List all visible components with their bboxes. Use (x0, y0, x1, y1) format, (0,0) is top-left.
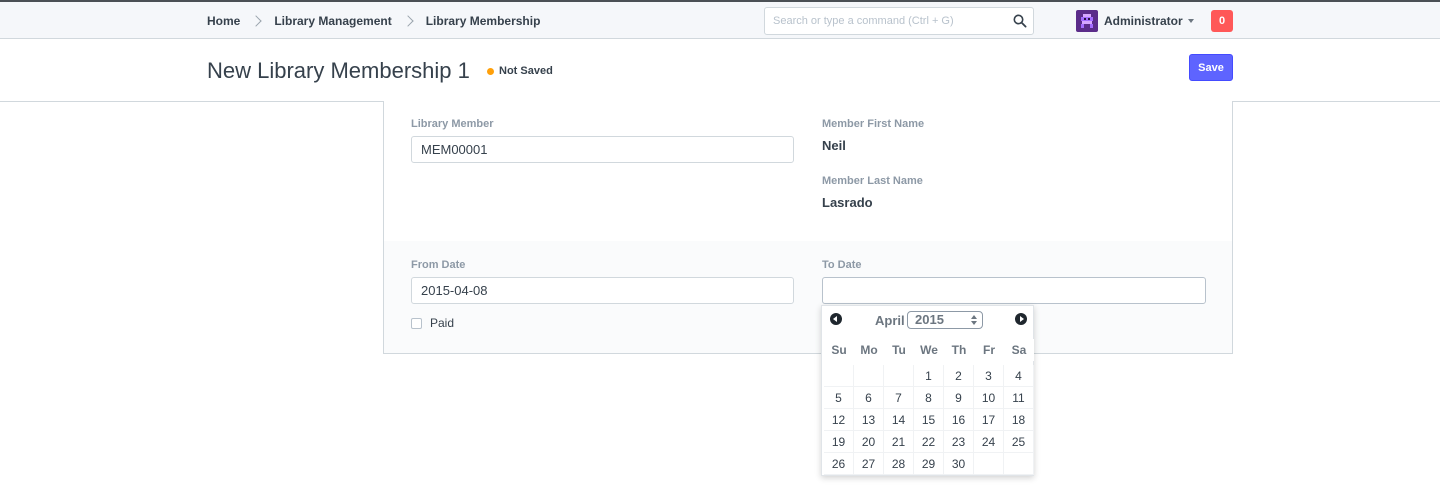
to-date-input[interactable] (822, 277, 1206, 304)
paid-checkbox[interactable] (411, 317, 422, 329)
weekday-label: We (920, 343, 938, 357)
weekday-label: Th (951, 343, 967, 357)
day-cell[interactable] (1004, 453, 1034, 475)
status-indicator: Not Saved (487, 65, 553, 77)
week-row: 26 27 28 29 30 (824, 453, 1034, 475)
member-first-name-value: Neil (822, 138, 846, 153)
day-cell[interactable]: 5 (824, 387, 854, 409)
week-row: 5 6 7 8 9 10 11 (824, 387, 1034, 409)
datepicker-month: April (875, 313, 905, 328)
day-cell[interactable]: 9 (944, 387, 974, 409)
weekday-label: Sa (1011, 343, 1027, 357)
day-cell[interactable]: 30 (944, 453, 974, 475)
weekday-label: Su (831, 343, 847, 357)
day-cell[interactable]: 13 (854, 409, 884, 431)
member-last-name-label: Member Last Name (822, 175, 923, 187)
day-cell[interactable]: 26 (824, 453, 854, 475)
datepicker: April 2015 Su Mo Tu We Th Fr Sa 1 2 3 4 … (821, 305, 1034, 476)
weekday-label: Fr (983, 343, 995, 357)
page-title: New Library Membership 1 (207, 58, 470, 83)
member-first-name-label: Member First Name (822, 118, 925, 130)
breadcrumb-library-management[interactable]: Library Management (274, 14, 391, 28)
breadcrumb: Home Library Management Library Membersh… (207, 2, 540, 39)
caret-down-icon (1187, 19, 1194, 23)
weekday-label: Tu (892, 343, 906, 357)
datepicker-header: April 2015 (822, 306, 1033, 334)
day-cell[interactable]: 20 (854, 431, 884, 453)
form-card: Library Member Member First Name Neil Me… (383, 101, 1233, 354)
day-cell[interactable]: 21 (884, 431, 914, 453)
week-row: 1 2 3 4 (824, 365, 1034, 387)
weekday-row: Su Mo Tu We Th Fr Sa (824, 339, 1034, 361)
day-cell[interactable] (884, 365, 914, 387)
breadcrumb-home[interactable]: Home (207, 14, 240, 28)
weekday-label: Mo (860, 343, 878, 357)
chevron-right-icon (402, 14, 414, 27)
day-cell[interactable]: 28 (884, 453, 914, 475)
day-cell[interactable] (824, 365, 854, 387)
navbar: Home Library Management Library Membersh… (0, 0, 1440, 39)
updown-arrows-icon (971, 315, 977, 325)
to-date-label: To Date (822, 259, 862, 271)
chevron-right-icon (250, 14, 263, 27)
next-month-icon[interactable] (1015, 313, 1027, 325)
from-date-label: From Date (411, 259, 466, 271)
day-cell[interactable]: 1 (914, 365, 944, 387)
day-cell[interactable]: 8 (914, 387, 944, 409)
day-cell[interactable]: 4 (1004, 365, 1034, 387)
day-cell[interactable]: 10 (974, 387, 1004, 409)
day-cell[interactable]: 2 (944, 365, 974, 387)
day-cell[interactable]: 16 (944, 409, 974, 431)
day-cell[interactable]: 23 (944, 431, 974, 453)
day-cell[interactable]: 3 (974, 365, 1004, 387)
day-cell[interactable]: 14 (884, 409, 914, 431)
day-cell[interactable]: 12 (824, 409, 854, 431)
paid-label: Paid (430, 316, 455, 330)
week-row: 19 20 21 22 23 24 25 (824, 431, 1034, 453)
day-cell[interactable]: 17 (974, 409, 1004, 431)
day-cell[interactable]: 18 (1004, 409, 1034, 431)
avatar-icon (1081, 14, 1093, 28)
breadcrumb-library-membership[interactable]: Library Membership (426, 14, 541, 28)
notification-badge[interactable]: 0 (1211, 10, 1233, 32)
from-date-input[interactable] (411, 277, 794, 304)
library-member-label: Library Member (411, 118, 494, 130)
day-cell[interactable]: 6 (854, 387, 884, 409)
day-cell[interactable]: 7 (884, 387, 914, 409)
day-cell[interactable]: 25 (1004, 431, 1034, 453)
week-row: 12 13 14 15 16 17 18 (824, 409, 1034, 431)
datepicker-year: 2015 (915, 312, 944, 327)
paid-checkbox-row[interactable]: Paid (411, 316, 454, 330)
page-head: New Library Membership 1 Not Saved Save (0, 39, 1440, 102)
library-member-input[interactable] (411, 136, 794, 163)
user-menu[interactable]: Administrator (1076, 9, 1194, 33)
search-icon[interactable] (1013, 14, 1027, 28)
day-cell[interactable]: 29 (914, 453, 944, 475)
search-input[interactable] (765, 8, 1005, 34)
avatar (1076, 10, 1098, 32)
search-box (764, 7, 1034, 35)
day-cell[interactable]: 19 (824, 431, 854, 453)
day-cell[interactable]: 27 (854, 453, 884, 475)
member-last-name-value: Lasrado (822, 195, 873, 210)
day-cell[interactable]: 11 (1004, 387, 1034, 409)
day-cell[interactable]: 24 (974, 431, 1004, 453)
save-button[interactable]: Save (1189, 54, 1233, 81)
day-cell[interactable] (854, 365, 884, 387)
prev-month-icon[interactable] (830, 313, 842, 325)
day-cell[interactable]: 22 (914, 431, 944, 453)
day-cell[interactable]: 15 (914, 409, 944, 431)
status-text: Not Saved (499, 65, 553, 77)
datepicker-year-select[interactable]: 2015 (907, 311, 983, 329)
user-name: Administrator (1104, 14, 1183, 28)
status-dot-icon (487, 67, 494, 75)
day-cell[interactable] (974, 453, 1004, 475)
